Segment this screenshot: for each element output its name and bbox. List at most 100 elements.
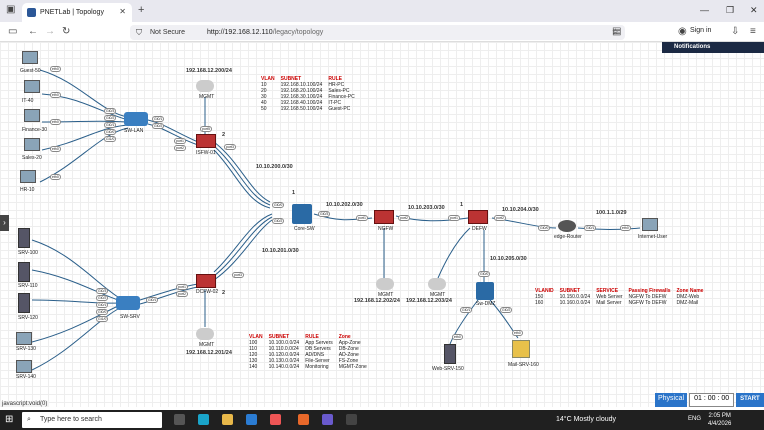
mgmt2-label[interactable]: MGMT	[199, 342, 214, 348]
port-tag: Gi0/1	[146, 297, 159, 303]
maximize-icon[interactable]: ❐	[726, 5, 734, 16]
minimize-icon[interactable]: —	[700, 5, 709, 15]
host-finance-label[interactable]: Finance-30	[22, 127, 47, 133]
taskbar-search[interactable]: ⌕ Type here to search	[22, 412, 162, 428]
sw-lan-label[interactable]: SW-LAN	[124, 128, 143, 134]
close-tab-icon[interactable]: ✕	[119, 7, 126, 16]
sidebar-icon[interactable]: ▭	[8, 26, 17, 37]
port-tag: port2	[398, 215, 410, 221]
mail-label[interactable]: Mail-SRV-160	[508, 362, 539, 368]
host-guest-label[interactable]: Guest-50	[20, 68, 41, 74]
srv120-label[interactable]: SRV-120	[18, 315, 38, 321]
srv130-label[interactable]: SRV-130	[16, 346, 36, 352]
port-tag: port5	[200, 126, 212, 132]
firewall-dcfw-icon[interactable]	[196, 274, 216, 288]
dmz-label[interactable]: Sw-DMZ	[476, 301, 495, 307]
language-indicator[interactable]: ENG	[688, 416, 701, 422]
firefox-icon[interactable]	[298, 414, 309, 425]
ngfw-label[interactable]: NGFW	[378, 226, 393, 232]
pc-icon[interactable]	[22, 51, 38, 64]
pc-icon[interactable]	[24, 80, 40, 93]
internet-label[interactable]: Internet-User	[638, 234, 667, 240]
port-tag: Gi0/0	[104, 129, 117, 135]
physical-button[interactable]: Physical	[655, 393, 688, 407]
reload-icon[interactable]: ↻	[62, 26, 70, 37]
url-text: http://192.168.12.110/legacy/topology	[207, 29, 324, 36]
account-icon[interactable]: ◉	[678, 26, 687, 37]
pc-icon[interactable]	[24, 138, 40, 151]
left-panel-toggle-icon[interactable]: ›	[0, 215, 9, 231]
dcfw-label[interactable]: DCFW-02	[196, 289, 218, 295]
not-secure-label[interactable]: Not Secure	[150, 29, 185, 36]
weather-widget[interactable]: 14°C Mostly cloudy	[556, 416, 616, 423]
reader-icon[interactable]: ▤	[612, 26, 621, 37]
port-tag: Gi0/0	[478, 271, 491, 277]
port-tag: eth0	[620, 225, 631, 231]
core-switch-icon[interactable]	[292, 204, 312, 224]
pc-icon[interactable]	[16, 332, 32, 345]
port-tag: Gi0/1	[584, 225, 597, 231]
app-icon[interactable]	[270, 414, 281, 425]
host-hr-label[interactable]: HR-10	[20, 187, 34, 193]
firewall-ngfw-icon[interactable]	[374, 210, 394, 224]
pc-icon[interactable]	[642, 218, 658, 231]
address-bar[interactable]: ⛉ Not Secure http://192.168.12.110/legac…	[130, 25, 625, 40]
net-label: 10.10.201.0/30	[262, 248, 299, 254]
srv100-label[interactable]: SRV-100	[18, 250, 38, 256]
edge-label[interactable]: edge-Router	[554, 234, 582, 240]
edge-icon[interactable]	[198, 414, 209, 425]
server-icon[interactable]	[18, 262, 30, 282]
tab-pnetlab[interactable]: PNETLab | Topology ✕	[22, 3, 132, 22]
new-tab-icon[interactable]: +	[138, 4, 144, 16]
tab-list-icon[interactable]: ▣	[6, 4, 15, 15]
firewall-defw-icon[interactable]	[468, 210, 488, 224]
windows-start-icon[interactable]: ⊞	[5, 414, 13, 425]
port-tag: port2	[174, 145, 186, 151]
topology-canvas[interactable]: Guest-50 IT-40 Finance-30 Sales-20 HR-10…	[0, 42, 764, 407]
switch-lan-icon[interactable]	[124, 112, 148, 126]
mgmt1-label[interactable]: MGMT	[199, 94, 214, 100]
back-icon[interactable]: ←	[28, 26, 38, 37]
cloud-icon[interactable]	[376, 278, 394, 290]
mail-server-icon[interactable]	[512, 340, 530, 358]
srv110-label[interactable]: SRV-110	[18, 283, 38, 289]
app-icon[interactable]	[322, 414, 333, 425]
pc-icon[interactable]	[16, 360, 32, 373]
pc-icon[interactable]	[20, 170, 36, 183]
sign-in-button[interactable]: Sign in	[690, 27, 711, 34]
core-label[interactable]: Core-SW	[294, 226, 315, 232]
port-tag: Gi0/2	[500, 307, 513, 313]
task-view-icon[interactable]	[174, 414, 185, 425]
file-explorer-icon[interactable]	[222, 414, 233, 425]
cloud-icon[interactable]	[196, 80, 214, 92]
host-it-label[interactable]: IT-40	[22, 98, 33, 104]
srv140-label[interactable]: SRV-140	[16, 374, 36, 380]
shield-icon: ⛉	[136, 28, 142, 37]
close-window-icon[interactable]: ✕	[750, 5, 758, 16]
pc-icon[interactable]	[24, 109, 40, 122]
router-icon[interactable]	[558, 220, 576, 232]
firewall-isfw-icon[interactable]	[196, 134, 216, 148]
sw-srv-label[interactable]: SW-SRV	[120, 314, 140, 320]
dmz-switch-icon[interactable]	[476, 282, 494, 300]
notifications-panel[interactable]: Notifications	[662, 42, 764, 53]
isfw-label[interactable]: ISFW-01	[196, 150, 216, 156]
app-icon[interactable]	[346, 414, 357, 425]
store-icon[interactable]	[246, 414, 257, 425]
menu-icon[interactable]: ≡	[750, 26, 756, 37]
net-label: 10.10.204.0/30	[502, 207, 539, 213]
extensions-icon[interactable]: ⇩	[731, 26, 739, 37]
switch-srv-icon[interactable]	[116, 296, 140, 310]
server-icon[interactable]	[18, 293, 30, 313]
start-button[interactable]: START	[736, 393, 764, 407]
cloud-icon[interactable]	[428, 278, 446, 290]
server-icon[interactable]	[18, 228, 30, 248]
web-label[interactable]: Web-SRV-150	[432, 366, 464, 372]
link-num: 1	[292, 190, 296, 196]
cloud-icon[interactable]	[196, 328, 214, 340]
server-icon[interactable]	[444, 344, 456, 364]
clock[interactable]: 2:05 PM 4/4/2026	[708, 412, 731, 428]
host-sales-label[interactable]: Sales-20	[22, 155, 42, 161]
defw-label[interactable]: DEFW	[472, 226, 487, 232]
forward-icon[interactable]: →	[45, 26, 55, 37]
